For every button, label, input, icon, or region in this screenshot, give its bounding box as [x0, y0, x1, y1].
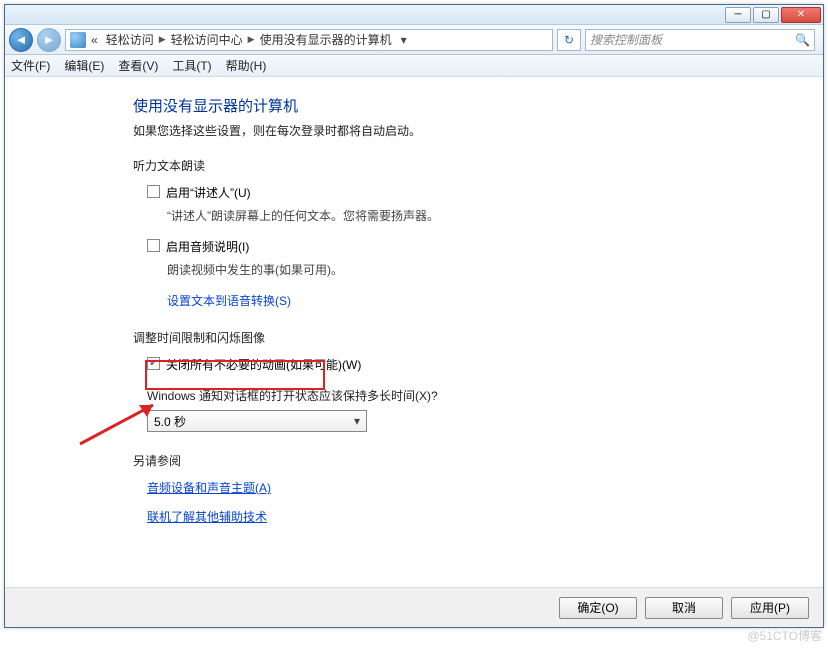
section-see-also: 另请参阅 音频设备和声音主题(A) 联机了解其他辅助技术	[133, 452, 823, 525]
checkbox-audio-desc[interactable]	[147, 239, 160, 252]
checkbox-row-audio-desc: 启用音频说明(I)	[147, 238, 823, 255]
titlebar: ─ ▢ ✕	[5, 5, 823, 25]
search-placeholder: 搜索控制面板	[590, 31, 662, 48]
menu-tools[interactable]: 工具(T)	[172, 57, 211, 74]
chevron-right-icon: ▶	[248, 34, 255, 45]
search-icon: 🔍	[795, 33, 810, 47]
menubar: 文件(F) 编辑(E) 查看(V) 工具(T) 帮助(H)	[5, 55, 823, 77]
breadcrumb-dropdown[interactable]: ▾	[397, 33, 411, 47]
window: ─ ▢ ✕ ◄ ► « 轻松访问 ▶ 轻松访问中心 ▶ 使用没有显示器的计算机 …	[4, 4, 824, 628]
menu-file[interactable]: 文件(F)	[11, 57, 50, 74]
minimize-button[interactable]: ─	[725, 7, 751, 23]
checkbox-row-narrator: 启用“讲述人”(U)	[147, 184, 823, 201]
link-tts-settings[interactable]: 设置文本到语音转换(S)	[167, 292, 291, 309]
option-desc: 朗读视频中发生的事(如果可用)。	[167, 261, 823, 278]
crumb-2[interactable]: 轻松访问中心	[168, 31, 246, 48]
content-area: 使用没有显示器的计算机 如果您选择这些设置，则在每次登录时都将自动启动。 听力文…	[5, 77, 823, 587]
checkbox-animations[interactable]: ✔	[147, 357, 160, 370]
section-label: 听力文本朗读	[133, 157, 823, 174]
cancel-button[interactable]: 取消	[645, 597, 723, 619]
select-value: 5.0 秒	[154, 413, 186, 430]
watermark: @51CTO博客	[747, 627, 822, 644]
crumb-3[interactable]: 使用没有显示器的计算机	[257, 31, 395, 48]
link-audio-theme[interactable]: 音频设备和声音主题(A)	[147, 479, 271, 496]
crumb-chevrons: «	[88, 33, 101, 47]
page-subtitle: 如果您选择这些设置，则在每次登录时都将自动启动。	[133, 122, 823, 139]
breadcrumb[interactable]: « 轻松访问 ▶ 轻松访问中心 ▶ 使用没有显示器的计算机 ▾	[65, 29, 553, 51]
back-button[interactable]: ◄	[9, 28, 33, 52]
option-desc: “讲述人”朗读屏幕上的任何文本。您将需要扬声器。	[167, 207, 823, 224]
section-label: 另请参阅	[133, 452, 823, 469]
close-button[interactable]: ✕	[781, 7, 821, 23]
section-timing: 调整时间限制和闪烁图像 ✔ 关闭所有不必要的动画(如果可能)(W) Window…	[133, 329, 823, 432]
crumb-1[interactable]: 轻松访问	[103, 31, 157, 48]
maximize-button[interactable]: ▢	[753, 7, 779, 23]
ok-button[interactable]: 确定(O)	[559, 597, 637, 619]
forward-button[interactable]: ►	[37, 28, 61, 52]
checkbox-narrator[interactable]	[147, 185, 160, 198]
notification-question: Windows 通知对话框的打开状态应该保持多长时间(X)?	[147, 387, 823, 404]
duration-select[interactable]: 5.0 秒 ▾	[147, 410, 367, 432]
nav-row: ◄ ► « 轻松访问 ▶ 轻松访问中心 ▶ 使用没有显示器的计算机 ▾ ↻ 搜索…	[5, 25, 823, 55]
search-input[interactable]: 搜索控制面板 🔍	[585, 29, 815, 51]
checkbox-row-animations: ✔ 关闭所有不必要的动画(如果可能)(W)	[147, 356, 823, 373]
menu-edit[interactable]: 编辑(E)	[64, 57, 104, 74]
menu-view[interactable]: 查看(V)	[118, 57, 158, 74]
page-title: 使用没有显示器的计算机	[133, 95, 823, 116]
section-label: 调整时间限制和闪烁图像	[133, 329, 823, 346]
menu-help[interactable]: 帮助(H)	[226, 57, 267, 74]
button-bar: 确定(O) 取消 应用(P)	[5, 587, 823, 627]
checkbox-label: 关闭所有不必要的动画(如果可能)(W)	[166, 356, 361, 373]
section-hearing: 听力文本朗读 启用“讲述人”(U) “讲述人”朗读屏幕上的任何文本。您将需要扬声…	[133, 157, 823, 309]
checkbox-label: 启用“讲述人”(U)	[166, 184, 251, 201]
control-panel-icon	[70, 32, 86, 48]
chevron-right-icon: ▶	[159, 34, 166, 45]
chevron-down-icon: ▾	[354, 414, 360, 428]
apply-button[interactable]: 应用(P)	[731, 597, 809, 619]
checkbox-label: 启用音频说明(I)	[166, 238, 249, 255]
refresh-button[interactable]: ↻	[557, 29, 581, 51]
link-online-assistive[interactable]: 联机了解其他辅助技术	[147, 508, 267, 525]
